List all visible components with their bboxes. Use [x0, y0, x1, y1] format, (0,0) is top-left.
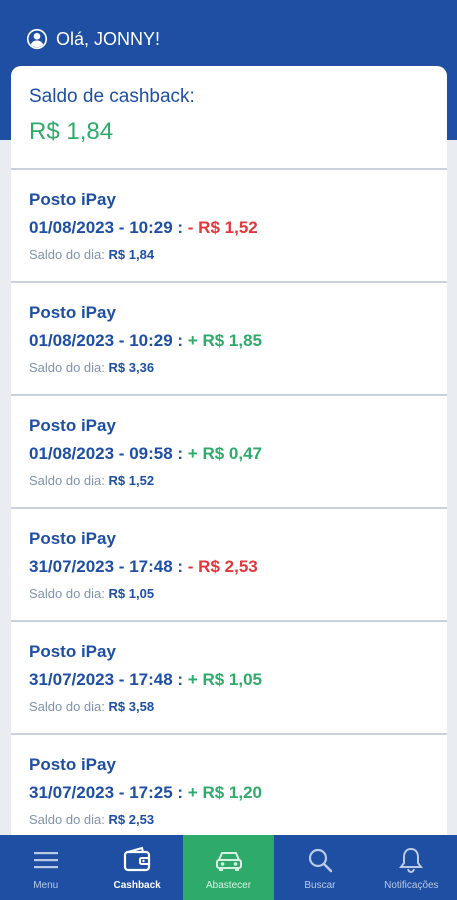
transaction-list: Posto iPay 01/08/2023 - 10:29 : - R$ 1,52…	[11, 170, 447, 848]
balance-value: R$ 1,84	[29, 118, 114, 145]
transaction-datetime: 01/08/2023 - 10:29 :	[29, 331, 184, 350]
transaction-datetime: 01/08/2023 - 10:29 :	[29, 218, 184, 237]
transaction-merchant: Posto iPay	[29, 529, 116, 548]
nav-fuel-label: Abastecer	[206, 880, 252, 891]
day-balance-label: Saldo do dia:	[29, 473, 105, 488]
transaction-amount: + R$ 1,85	[187, 331, 262, 350]
transaction-item[interactable]: Posto iPay 01/08/2023 - 10:29 : + R$ 1,85…	[11, 283, 447, 396]
transaction-item[interactable]: Posto iPay 01/08/2023 - 10:29 : - R$ 1,52…	[11, 170, 447, 283]
day-balance-value: R$ 1,05	[108, 586, 155, 601]
transaction-line: 31/07/2023 - 17:25 : + R$ 1,20	[29, 783, 429, 803]
day-balance-value: R$ 2,53	[108, 812, 155, 827]
day-balance-value: R$ 1,52	[108, 473, 155, 488]
greeting: Olá, JONNY!	[26, 26, 160, 52]
bell-icon	[399, 847, 424, 874]
transaction-amount: + R$ 0,47	[187, 444, 262, 463]
transaction-line: 01/08/2023 - 09:58 : + R$ 0,47	[29, 444, 429, 464]
transaction-datetime: 31/07/2023 - 17:48 :	[29, 557, 184, 576]
nav-menu-label: Menu	[33, 880, 59, 891]
balance-card: Saldo de cashback: R$ 1,84	[11, 66, 447, 170]
nav-notifications[interactable]: Notificações	[366, 835, 457, 900]
day-balance-value: R$ 1,84	[108, 247, 155, 262]
day-balance: Saldo do dia: R$ 3,36	[29, 360, 429, 375]
nav-search-label: Buscar	[304, 880, 336, 891]
day-balance-label: Saldo do dia:	[29, 812, 105, 827]
nav-cashback[interactable]: Cashback	[91, 835, 182, 900]
day-balance: Saldo do dia: R$ 1,52	[29, 473, 429, 488]
greeting-text: Olá, JONNY!	[56, 28, 161, 49]
menu-icon	[33, 852, 58, 869]
day-balance-value: R$ 3,36	[108, 360, 155, 375]
day-balance-label: Saldo do dia:	[29, 360, 105, 375]
nav-fuel[interactable]: Abastecer	[182, 835, 275, 900]
wallet-icon	[124, 846, 151, 872]
balance-label: Saldo de cashback:	[29, 86, 195, 107]
transaction-line: 31/07/2023 - 17:48 : - R$ 2,53	[29, 557, 429, 577]
transaction-item[interactable]: Posto iPay 31/07/2023 - 17:25 : + R$ 1,20…	[11, 735, 447, 848]
transaction-merchant: Posto iPay	[29, 190, 116, 209]
transaction-merchant: Posto iPay	[29, 303, 116, 322]
transaction-amount: - R$ 1,52	[187, 218, 258, 237]
transaction-merchant: Posto iPay	[29, 642, 116, 661]
transaction-item[interactable]: Posto iPay 01/08/2023 - 09:58 : + R$ 0,47…	[11, 396, 447, 509]
transaction-line: 01/08/2023 - 10:29 : - R$ 1,52	[29, 218, 429, 238]
cashback-list[interactable]: Saldo de cashback: R$ 1,84 Posto iPay 01/…	[11, 66, 447, 848]
user-icon	[26, 28, 48, 50]
day-balance-label: Saldo do dia:	[29, 699, 105, 714]
transaction-merchant: Posto iPay	[29, 416, 116, 435]
transaction-datetime: 31/07/2023 - 17:48 :	[29, 670, 184, 689]
day-balance-value: R$ 3,58	[108, 699, 155, 714]
nav-notifications-label: Notificações	[384, 880, 439, 891]
search-icon	[308, 848, 333, 873]
day-balance: Saldo do dia: R$ 1,84	[29, 247, 429, 262]
transaction-merchant: Posto iPay	[29, 755, 116, 774]
day-balance: Saldo do dia: R$ 1,05	[29, 586, 429, 601]
bottom-nav: Menu Cashback Abastecer Buscar Notificaç…	[0, 835, 457, 900]
car-icon	[215, 852, 242, 871]
nav-search[interactable]: Buscar	[274, 835, 365, 900]
transaction-amount: + R$ 1,05	[187, 670, 262, 689]
transaction-item[interactable]: Posto iPay 31/07/2023 - 17:48 : + R$ 1,05…	[11, 622, 447, 735]
day-balance: Saldo do dia: R$ 3,58	[29, 699, 429, 714]
transaction-amount: - R$ 2,53	[187, 557, 258, 576]
nav-menu[interactable]: Menu	[0, 835, 91, 900]
day-balance-label: Saldo do dia:	[29, 586, 105, 601]
cashback-screen: Olá, JONNY! Saldo de cashback: R$ 1,84 P…	[0, 0, 457, 900]
nav-cashback-label: Cashback	[113, 880, 161, 891]
day-balance: Saldo do dia: R$ 2,53	[29, 812, 429, 827]
transaction-item[interactable]: Posto iPay 31/07/2023 - 17:48 : - R$ 2,53…	[11, 509, 447, 622]
transaction-amount: + R$ 1,20	[187, 783, 262, 802]
transaction-datetime: 31/07/2023 - 17:25 :	[29, 783, 184, 802]
transaction-datetime: 01/08/2023 - 09:58 :	[29, 444, 184, 463]
transaction-line: 01/08/2023 - 10:29 : + R$ 1,85	[29, 331, 429, 351]
transaction-line: 31/07/2023 - 17:48 : + R$ 1,05	[29, 670, 429, 690]
day-balance-label: Saldo do dia:	[29, 247, 105, 262]
